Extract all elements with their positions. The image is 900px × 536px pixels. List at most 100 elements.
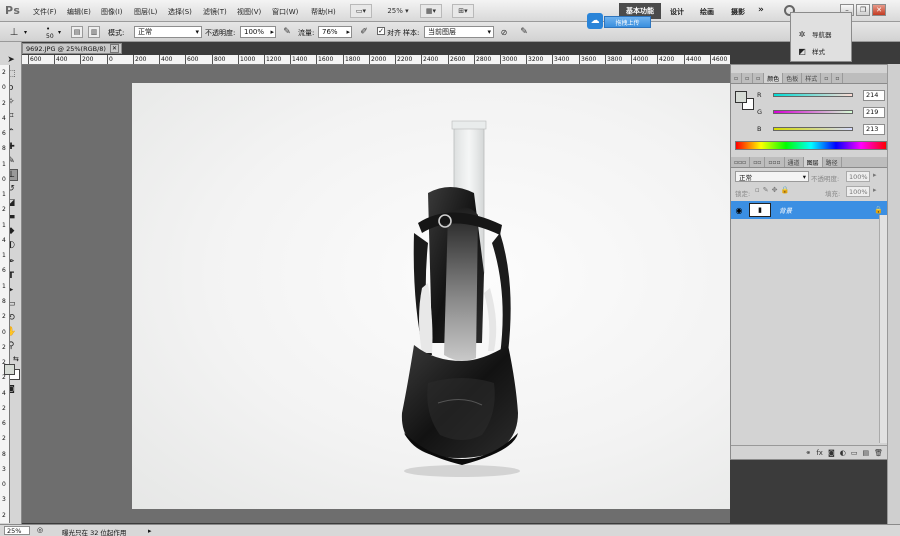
workspace-more[interactable]: »: [758, 5, 764, 15]
tab-color[interactable]: 颜色: [764, 73, 784, 83]
align-checkbox[interactable]: ✓: [377, 27, 385, 35]
menu-select[interactable]: 选择(S): [168, 7, 192, 17]
fill-arrow-icon[interactable]: ▸: [873, 186, 877, 194]
panel-icon-5[interactable]: ▫: [832, 73, 844, 83]
ruler-label: 0: [2, 481, 6, 488]
color-spectrum-bar[interactable]: [735, 141, 887, 150]
drag-upload-button[interactable]: 拖拽上传: [604, 16, 651, 28]
menu-filter[interactable]: 滤镜(T): [203, 7, 227, 17]
r-value[interactable]: 214: [863, 89, 885, 101]
extras-dropdown[interactable]: ⊞▾: [452, 4, 474, 18]
layer-row-background[interactable]: ◉ ▮ 背景 🔒: [731, 201, 889, 219]
panel-icon-7[interactable]: ▫▫: [750, 157, 766, 167]
status-menu-icon[interactable]: ▸: [148, 527, 152, 535]
tab-swatches[interactable]: 色板: [783, 73, 803, 83]
workspace-design[interactable]: 设计: [670, 7, 684, 17]
swap-colors-icon[interactable]: ⇆: [13, 355, 19, 363]
link-layers-icon[interactable]: ⚭: [805, 449, 811, 457]
ignore-adjustment-icon[interactable]: ⊘: [498, 26, 510, 38]
pressure-opacity-icon[interactable]: ✎: [281, 26, 293, 38]
pressure-size-icon[interactable]: ✎: [518, 26, 530, 38]
slider-green[interactable]: G 219: [757, 106, 885, 118]
new-layer-icon[interactable]: ▤: [862, 449, 869, 457]
lock-icons[interactable]: ▫✎✥🔒: [755, 186, 792, 194]
eye-icon[interactable]: ◉: [733, 206, 745, 215]
menu-edit[interactable]: 编辑(E): [67, 7, 91, 17]
ruler-label: 6: [2, 420, 6, 427]
blend-mode-select[interactable]: 正常 ▾: [735, 171, 809, 182]
flow-input[interactable]: 76% ▸: [318, 26, 352, 38]
document-image[interactable]: [132, 83, 730, 509]
ruler-label: 600: [187, 56, 199, 63]
group-icon[interactable]: ▭: [851, 449, 858, 457]
clone-stamp-preset-icon[interactable]: ⊥: [8, 26, 20, 38]
restore-icon[interactable]: ❐: [856, 4, 870, 16]
sample-select[interactable]: 当前图层 ▾: [424, 26, 494, 38]
extras-icon: ⊞▾: [458, 7, 468, 15]
ruler-label: 1600: [318, 56, 334, 63]
close-icon[interactable]: ✕: [872, 4, 886, 16]
tab-styles[interactable]: 样式: [802, 73, 822, 83]
panel-icon-3[interactable]: ▫: [753, 73, 765, 83]
panel-icon-2[interactable]: ▫: [742, 73, 754, 83]
status-zoom[interactable]: 25%: [4, 526, 30, 535]
navigator-item[interactable]: ✲ 导航器: [796, 29, 832, 40]
close-document-icon[interactable]: ✕: [109, 44, 120, 53]
g-value[interactable]: 219: [863, 106, 885, 118]
menu-window[interactable]: 窗口(W): [272, 7, 298, 17]
brush-panel-icon[interactable]: ▤: [71, 26, 83, 38]
menu-file[interactable]: 文件(F): [33, 7, 57, 17]
tab-layers[interactable]: 图层: [803, 157, 823, 167]
cloud-upload-icon[interactable]: ☁: [587, 13, 603, 29]
panel-icon-1[interactable]: ▫: [731, 73, 743, 83]
workspace-photography[interactable]: 摄影: [731, 7, 745, 17]
b-track[interactable]: [773, 127, 853, 131]
black-shoe-image: [401, 120, 520, 477]
slider-blue[interactable]: B 213: [757, 123, 885, 135]
panel-icon-8[interactable]: ▫▫▫: [765, 157, 785, 167]
clone-source-icon[interactable]: ▥: [88, 26, 100, 38]
tab-channels[interactable]: 通道: [785, 157, 804, 167]
r-track[interactable]: [773, 93, 853, 97]
fill-input[interactable]: 100%: [846, 186, 870, 197]
chevron-down-icon[interactable]: ▾: [24, 29, 27, 36]
opacity-input[interactable]: 100% ▸: [240, 26, 276, 38]
brush-size[interactable]: 50: [46, 33, 54, 40]
dock-scrollbar[interactable]: [887, 64, 900, 524]
layer-name[interactable]: 背景: [779, 205, 792, 215]
zoom-dropdown[interactable]: 25% ▾: [383, 4, 413, 18]
ruler-label: 1: [2, 222, 6, 229]
menu-image[interactable]: 图像(I): [101, 7, 123, 17]
ruler-label: 1000: [240, 56, 256, 63]
tab-paths[interactable]: 路径: [823, 157, 842, 167]
airbrush-icon[interactable]: ✐: [358, 26, 370, 38]
mask-icon[interactable]: ◙: [828, 449, 835, 457]
ruler-label: 2400: [423, 56, 439, 63]
trash-icon[interactable]: 🗑: [874, 449, 883, 457]
color-fg-swatch[interactable]: [735, 91, 747, 103]
ruler-tick: [212, 55, 213, 64]
b-value[interactable]: 213: [863, 123, 885, 135]
workspace-painting[interactable]: 绘画: [700, 7, 714, 17]
panel-icon-6[interactable]: ▫▫▫: [731, 157, 751, 167]
adjustment-icon[interactable]: ◐: [840, 449, 846, 457]
menu-help[interactable]: 帮助(H): [311, 7, 336, 17]
layers-scrollbar[interactable]: [879, 215, 887, 443]
navigator-icon: ✲: [798, 29, 806, 39]
document-tab[interactable]: 9692.JPG @ 25%(RGB/8) ✕: [22, 43, 122, 54]
brush-dropdown-icon[interactable]: ▾: [58, 29, 61, 36]
menu-layer[interactable]: 图层(L): [134, 7, 157, 17]
layer-opacity-arrow-icon[interactable]: ▸: [873, 171, 877, 179]
mode-select[interactable]: 正常 ▾: [134, 26, 202, 38]
menu-view[interactable]: 视图(V): [237, 7, 261, 17]
screen-mode-dropdown[interactable]: ▭▾: [350, 4, 372, 18]
canvas-area[interactable]: [22, 65, 730, 523]
slider-red[interactable]: R 214: [757, 89, 885, 101]
arrange-dropdown[interactable]: ▦▾: [420, 4, 442, 18]
g-track[interactable]: [773, 110, 853, 114]
foreground-color-swatch[interactable]: [4, 364, 15, 375]
styles-item[interactable]: ◩ 样式: [796, 46, 825, 57]
layer-opacity-input[interactable]: 100%: [846, 171, 870, 182]
panel-icon-4[interactable]: ▫: [821, 73, 833, 83]
fx-icon[interactable]: fx: [816, 449, 823, 457]
